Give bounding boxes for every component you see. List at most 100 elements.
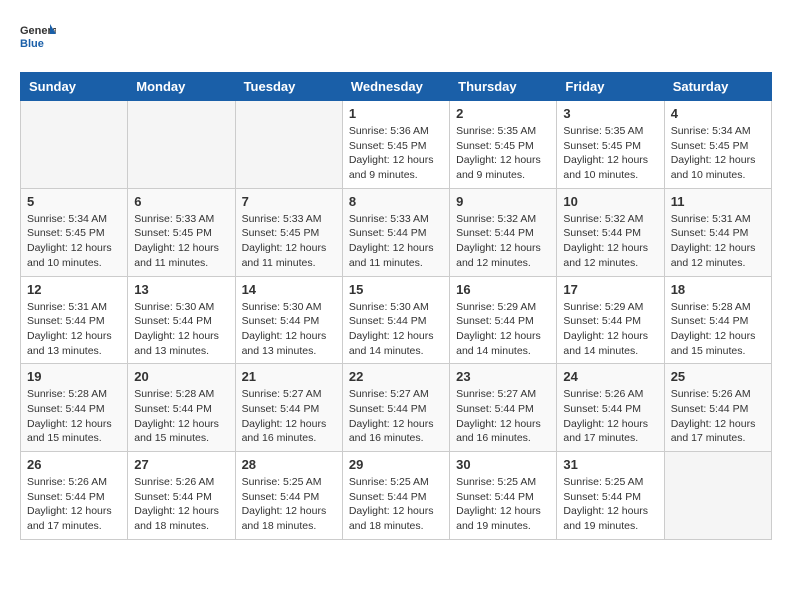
day-number: 13 xyxy=(134,282,228,297)
calendar-cell: 22Sunrise: 5:27 AM Sunset: 5:44 PM Dayli… xyxy=(342,364,449,452)
calendar-cell xyxy=(235,101,342,189)
calendar-cell: 23 Sunrise: 5:27 AM Sunset: 5:44 PM Dayli… xyxy=(450,364,557,452)
day-number: 14 xyxy=(242,282,336,297)
day-number: 27 xyxy=(134,457,228,472)
day-number: 8 xyxy=(349,194,443,209)
page-header: General Blue xyxy=(20,20,772,56)
weekday-header-thursday: Thursday xyxy=(450,73,557,101)
day-info: Sunrise: 5:31 AM Sunset: 5:44 PM Dayligh… xyxy=(27,300,121,359)
calendar-week-row: 19 Sunrise: 5:28 AM Sunset: 5:44 PM Dayli… xyxy=(21,364,772,452)
calendar-cell: 2Sunrise: 5:35 AM Sunset: 5:45 PM Daylig… xyxy=(450,101,557,189)
day-info: Sunrise: 5:35 AM Sunset: 5:45 PM Dayligh… xyxy=(563,124,657,183)
svg-text:Blue: Blue xyxy=(20,38,44,50)
calendar-cell: 5 Sunrise: 5:34 AM Sunset: 5:45 PM Daylig… xyxy=(21,188,128,276)
day-number: 9 xyxy=(456,194,550,209)
day-number: 11 xyxy=(671,194,765,209)
day-info: Sunrise: 5:33 AM Sunset: 5:44 PM Dayligh… xyxy=(349,212,443,271)
calendar-cell: 6Sunrise: 5:33 AM Sunset: 5:45 PM Daylig… xyxy=(128,188,235,276)
day-number: 6 xyxy=(134,194,228,209)
day-number: 17 xyxy=(563,282,657,297)
day-number: 18 xyxy=(671,282,765,297)
day-info: Sunrise: 5:27 AM Sunset: 5:44 PM Dayligh… xyxy=(349,387,443,446)
calendar-cell: 21Sunrise: 5:27 AM Sunset: 5:44 PM Dayli… xyxy=(235,364,342,452)
day-info: Sunrise: 5:25 AM Sunset: 5:44 PM Dayligh… xyxy=(456,475,550,534)
day-number: 30 xyxy=(456,457,550,472)
day-number: 28 xyxy=(242,457,336,472)
day-info: Sunrise: 5:26 AM Sunset: 5:44 PM Dayligh… xyxy=(134,475,228,534)
calendar-cell: 30 Sunrise: 5:25 AM Sunset: 5:44 PM Dayli… xyxy=(450,452,557,540)
logo: General Blue xyxy=(20,20,56,56)
day-info: Sunrise: 5:30 AM Sunset: 5:44 PM Dayligh… xyxy=(242,300,336,359)
calendar-cell: 1 Sunrise: 5:36 AM Sunset: 5:45 PM Daylig… xyxy=(342,101,449,189)
calendar-cell: 29Sunrise: 5:25 AM Sunset: 5:44 PM Dayli… xyxy=(342,452,449,540)
day-info: Sunrise: 5:28 AM Sunset: 5:44 PM Dayligh… xyxy=(27,387,121,446)
calendar-cell: 14 Sunrise: 5:30 AM Sunset: 5:44 PM Dayli… xyxy=(235,276,342,364)
calendar-cell: 3Sunrise: 5:35 AM Sunset: 5:45 PM Daylig… xyxy=(557,101,664,189)
day-number: 25 xyxy=(671,369,765,384)
day-info: Sunrise: 5:26 AM Sunset: 5:44 PM Dayligh… xyxy=(27,475,121,534)
calendar-cell xyxy=(664,452,771,540)
calendar-cell: 10 Sunrise: 5:32 AM Sunset: 5:44 PM Dayli… xyxy=(557,188,664,276)
calendar-week-row: 12Sunrise: 5:31 AM Sunset: 5:44 PM Dayli… xyxy=(21,276,772,364)
weekday-header-row: SundayMondayTuesdayWednesdayThursdayFrid… xyxy=(21,73,772,101)
day-number: 4 xyxy=(671,106,765,121)
day-info: Sunrise: 5:27 AM Sunset: 5:44 PM Dayligh… xyxy=(456,387,550,446)
calendar-cell: 7Sunrise: 5:33 AM Sunset: 5:45 PM Daylig… xyxy=(235,188,342,276)
calendar-cell: 16 Sunrise: 5:29 AM Sunset: 5:44 PM Dayli… xyxy=(450,276,557,364)
day-number: 10 xyxy=(563,194,657,209)
calendar-cell xyxy=(128,101,235,189)
day-info: Sunrise: 5:34 AM Sunset: 5:45 PM Dayligh… xyxy=(27,212,121,271)
day-number: 15 xyxy=(349,282,443,297)
day-info: Sunrise: 5:35 AM Sunset: 5:45 PM Dayligh… xyxy=(456,124,550,183)
day-info: Sunrise: 5:32 AM Sunset: 5:44 PM Dayligh… xyxy=(563,212,657,271)
day-number: 5 xyxy=(27,194,121,209)
calendar-week-row: 26 Sunrise: 5:26 AM Sunset: 5:44 PM Dayli… xyxy=(21,452,772,540)
day-number: 20 xyxy=(134,369,228,384)
day-number: 23 xyxy=(456,369,550,384)
day-info: Sunrise: 5:36 AM Sunset: 5:45 PM Dayligh… xyxy=(349,124,443,183)
calendar-cell: 8 Sunrise: 5:33 AM Sunset: 5:44 PM Daylig… xyxy=(342,188,449,276)
day-info: Sunrise: 5:27 AM Sunset: 5:44 PM Dayligh… xyxy=(242,387,336,446)
day-info: Sunrise: 5:34 AM Sunset: 5:45 PM Dayligh… xyxy=(671,124,765,183)
day-number: 26 xyxy=(27,457,121,472)
calendar-cell: 11 Sunrise: 5:31 AM Sunset: 5:44 PM Dayli… xyxy=(664,188,771,276)
calendar-cell: 26 Sunrise: 5:26 AM Sunset: 5:44 PM Dayli… xyxy=(21,452,128,540)
calendar-cell: 25 Sunrise: 5:26 AM Sunset: 5:44 PM Dayli… xyxy=(664,364,771,452)
calendar-cell: 17 Sunrise: 5:29 AM Sunset: 5:44 PM Dayli… xyxy=(557,276,664,364)
day-info: Sunrise: 5:30 AM Sunset: 5:44 PM Dayligh… xyxy=(134,300,228,359)
calendar-cell: 9 Sunrise: 5:32 AM Sunset: 5:44 PM Daylig… xyxy=(450,188,557,276)
day-number: 31 xyxy=(563,457,657,472)
calendar-week-row: 1 Sunrise: 5:36 AM Sunset: 5:45 PM Daylig… xyxy=(21,101,772,189)
calendar-cell xyxy=(21,101,128,189)
day-number: 1 xyxy=(349,106,443,121)
logo-svg: General Blue xyxy=(20,20,56,56)
calendar-cell: 13 Sunrise: 5:30 AM Sunset: 5:44 PM Dayli… xyxy=(128,276,235,364)
day-info: Sunrise: 5:30 AM Sunset: 5:44 PM Dayligh… xyxy=(349,300,443,359)
day-info: Sunrise: 5:31 AM Sunset: 5:44 PM Dayligh… xyxy=(671,212,765,271)
day-info: Sunrise: 5:29 AM Sunset: 5:44 PM Dayligh… xyxy=(563,300,657,359)
weekday-header-wednesday: Wednesday xyxy=(342,73,449,101)
calendar-cell: 28Sunrise: 5:25 AM Sunset: 5:44 PM Dayli… xyxy=(235,452,342,540)
calendar-cell: 12Sunrise: 5:31 AM Sunset: 5:44 PM Dayli… xyxy=(21,276,128,364)
day-info: Sunrise: 5:26 AM Sunset: 5:44 PM Dayligh… xyxy=(563,387,657,446)
calendar-cell: 20Sunrise: 5:28 AM Sunset: 5:44 PM Dayli… xyxy=(128,364,235,452)
day-number: 19 xyxy=(27,369,121,384)
calendar-cell: 31Sunrise: 5:25 AM Sunset: 5:44 PM Dayli… xyxy=(557,452,664,540)
calendar-cell: 4 Sunrise: 5:34 AM Sunset: 5:45 PM Daylig… xyxy=(664,101,771,189)
calendar-week-row: 5 Sunrise: 5:34 AM Sunset: 5:45 PM Daylig… xyxy=(21,188,772,276)
day-info: Sunrise: 5:28 AM Sunset: 5:44 PM Dayligh… xyxy=(671,300,765,359)
weekday-header-monday: Monday xyxy=(128,73,235,101)
weekday-header-sunday: Sunday xyxy=(21,73,128,101)
day-info: Sunrise: 5:26 AM Sunset: 5:44 PM Dayligh… xyxy=(671,387,765,446)
calendar-cell: 15 Sunrise: 5:30 AM Sunset: 5:44 PM Dayli… xyxy=(342,276,449,364)
day-number: 16 xyxy=(456,282,550,297)
day-info: Sunrise: 5:32 AM Sunset: 5:44 PM Dayligh… xyxy=(456,212,550,271)
calendar-cell: 27 Sunrise: 5:26 AM Sunset: 5:44 PM Dayli… xyxy=(128,452,235,540)
day-number: 29 xyxy=(349,457,443,472)
day-number: 24 xyxy=(563,369,657,384)
day-info: Sunrise: 5:33 AM Sunset: 5:45 PM Dayligh… xyxy=(242,212,336,271)
weekday-header-saturday: Saturday xyxy=(664,73,771,101)
calendar-cell: 19 Sunrise: 5:28 AM Sunset: 5:44 PM Dayli… xyxy=(21,364,128,452)
calendar-table: SundayMondayTuesdayWednesdayThursdayFrid… xyxy=(20,72,772,540)
day-info: Sunrise: 5:29 AM Sunset: 5:44 PM Dayligh… xyxy=(456,300,550,359)
